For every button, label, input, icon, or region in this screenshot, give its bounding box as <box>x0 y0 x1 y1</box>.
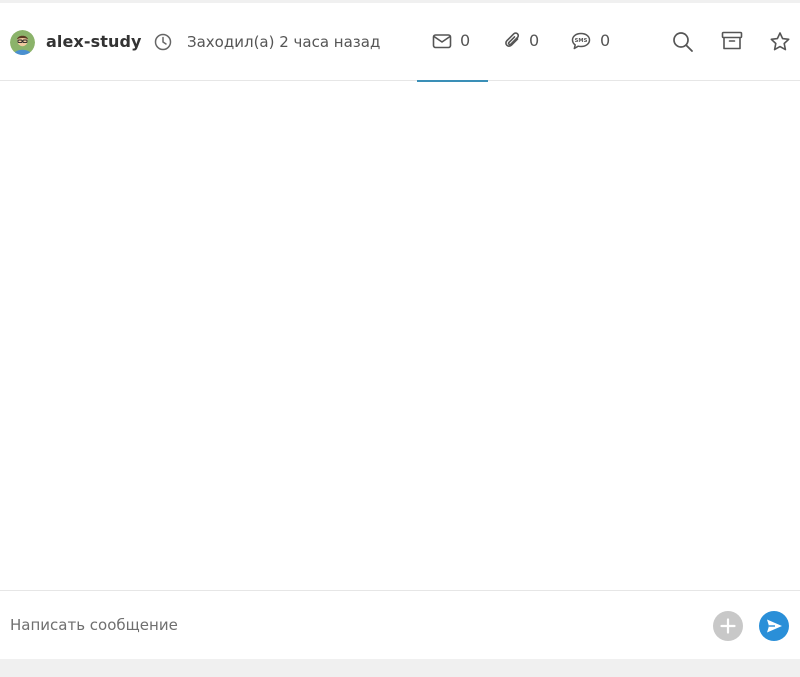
search-button[interactable] <box>671 30 695 54</box>
message-input[interactable] <box>0 591 700 659</box>
files-count: 0 <box>529 31 540 50</box>
bottom-bar <box>0 659 800 677</box>
sms-bubble-icon: SMS <box>570 30 592 52</box>
send-button[interactable] <box>759 611 789 641</box>
last-seen-status: Заходил(а) 2 часа назад <box>187 33 381 51</box>
attach-button[interactable] <box>713 611 743 641</box>
archive-button[interactable] <box>720 29 744 53</box>
star-icon <box>770 32 790 51</box>
archive-icon <box>721 31 743 50</box>
envelope-icon <box>431 30 453 52</box>
message-composer <box>0 590 800 659</box>
tab-files[interactable]: 0 <box>494 3 550 81</box>
sms-icon-label: SMS <box>575 38 588 44</box>
message-list[interactable] <box>0 82 800 590</box>
favorite-button[interactable] <box>768 30 792 54</box>
send-icon <box>767 619 782 633</box>
clock-icon <box>153 32 173 52</box>
paperclip-icon <box>502 30 524 52</box>
username[interactable]: alex-study <box>46 32 142 52</box>
search-icon <box>673 32 693 52</box>
avatar-icon <box>10 30 35 55</box>
tab-sms[interactable]: SMS 0 <box>563 3 619 81</box>
sms-count: 0 <box>600 31 611 50</box>
tab-messages[interactable]: 0 <box>417 3 488 82</box>
avatar[interactable] <box>10 30 35 55</box>
messages-count: 0 <box>460 31 471 50</box>
plus-icon <box>720 618 736 634</box>
